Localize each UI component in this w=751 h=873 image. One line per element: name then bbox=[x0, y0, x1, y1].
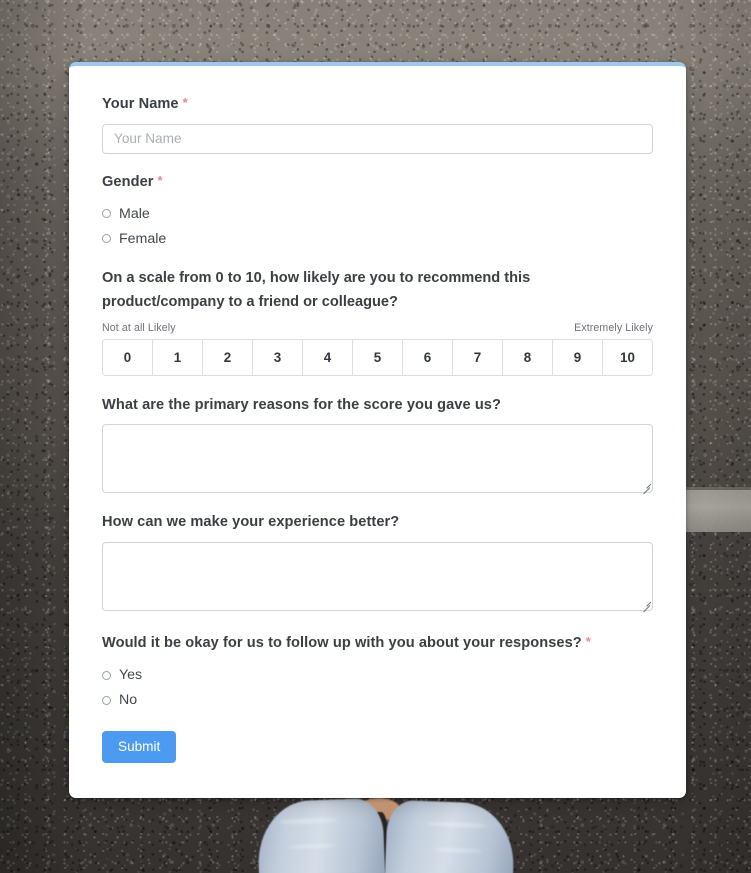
followup-field-block: Would it be okay for us to follow up wit… bbox=[102, 633, 653, 713]
radio-option-yes[interactable]: Yes bbox=[102, 663, 653, 688]
improve-field-block: How can we make your experience better? bbox=[102, 513, 653, 613]
nps-option-7[interactable]: 7 bbox=[453, 339, 503, 375]
gender-label-text: Gender bbox=[102, 173, 154, 190]
improve-field-label: How can we make your experience better? bbox=[102, 514, 400, 531]
nps-low-anchor-label: Not at all Likely bbox=[102, 321, 176, 334]
nps-option-3[interactable]: 3 bbox=[253, 339, 303, 375]
followup-field-label: Would it be okay for us to follow up wit… bbox=[102, 633, 653, 654]
name-label-text: Your Name bbox=[102, 96, 179, 112]
name-input[interactable] bbox=[102, 123, 653, 154]
improve-textarea-wrapper bbox=[102, 542, 653, 613]
followup-label-text: Would it be okay for us to follow up wit… bbox=[102, 635, 582, 652]
required-asterisk-name: * bbox=[182, 95, 188, 110]
required-asterisk-followup: * bbox=[585, 634, 591, 650]
radio-label-male: Male bbox=[119, 205, 150, 222]
gender-field-block: Gender * Male Female bbox=[102, 172, 653, 252]
nps-high-anchor-label: Extremely Likely bbox=[574, 321, 653, 334]
nps-option-10[interactable]: 10 bbox=[603, 339, 652, 375]
radio-label-female: Female bbox=[119, 230, 167, 247]
nps-option-9[interactable]: 9 bbox=[553, 339, 603, 375]
radio-option-female[interactable]: Female bbox=[102, 226, 653, 251]
submit-button[interactable]: Submit bbox=[102, 730, 177, 764]
reasons-field-block: What are the primary reasons for the sco… bbox=[102, 396, 653, 495]
nps-option-8[interactable]: 8 bbox=[503, 339, 553, 375]
radio-circle-icon[interactable] bbox=[102, 695, 111, 705]
radio-label-no: No bbox=[119, 692, 138, 709]
name-field-block: Your Name * bbox=[102, 94, 653, 154]
nps-anchor-labels: Not at all Likely Extremely Likely bbox=[102, 322, 653, 334]
reasons-textarea[interactable] bbox=[102, 424, 653, 494]
required-asterisk-gender: * bbox=[157, 172, 163, 188]
radio-option-male[interactable]: Male bbox=[102, 201, 653, 226]
radio-label-yes: Yes bbox=[119, 667, 143, 684]
nps-question-text: On a scale from 0 to 10, how likely are … bbox=[102, 270, 531, 311]
nps-option-4[interactable]: 4 bbox=[303, 339, 353, 375]
survey-form-card: Your Name* Gender* Male Female On a scal… bbox=[69, 62, 686, 798]
improve-textarea[interactable] bbox=[102, 542, 653, 612]
nps-scale-group[interactable]: 0 1 2 3 4 5 6 7 8 9 10 bbox=[102, 338, 653, 376]
nps-option-0[interactable]: 0 bbox=[103, 339, 153, 375]
reasons-field-label: What are the primary reasons for the sco… bbox=[102, 396, 501, 413]
name-field-label: Your Name * bbox=[102, 94, 653, 115]
nps-field-block: On a scale from 0 to 10, how likely are … bbox=[102, 267, 653, 376]
reasons-textarea-wrapper bbox=[102, 424, 653, 495]
nps-option-6[interactable]: 6 bbox=[403, 339, 453, 375]
nps-option-2[interactable]: 2 bbox=[203, 339, 253, 375]
nps-option-1[interactable]: 1 bbox=[153, 339, 203, 375]
radio-option-no[interactable]: No bbox=[102, 688, 653, 713]
radio-circle-icon[interactable] bbox=[102, 209, 111, 219]
radio-circle-icon[interactable] bbox=[102, 670, 111, 680]
nps-option-5[interactable]: 5 bbox=[353, 339, 403, 375]
radio-circle-icon[interactable] bbox=[102, 234, 111, 244]
gender-field-label: Gender * bbox=[102, 172, 653, 193]
